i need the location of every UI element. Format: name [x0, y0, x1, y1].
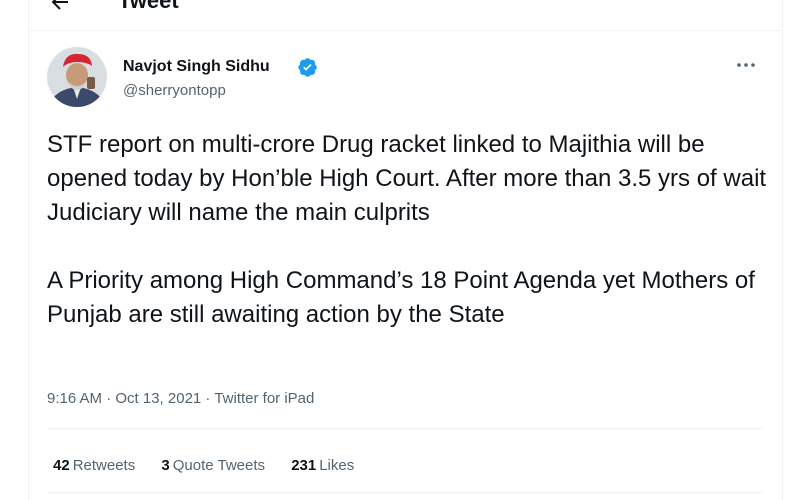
quotes-label: Quote Tweets [172, 457, 266, 474]
quotes-count: 3 [161, 457, 170, 474]
column-border-right [782, 0, 783, 500]
engagement-stats: 42 Retweets 3 Quote Tweets 231 Likes [53, 457, 376, 474]
divider [47, 492, 763, 493]
likes-count: 231 [291, 457, 317, 474]
verified-badge-icon [298, 57, 318, 77]
tweet-paragraph: A Priority among High Command’s 18 Point… [47, 267, 755, 328]
arrow-left-icon[interactable] [48, 0, 72, 14]
tweet-timestamp[interactable]: 9:16 AM · Oct 13, 2021 · Twitter for iPa… [47, 390, 314, 407]
retweets-stat[interactable]: 42 Retweets [53, 457, 135, 474]
retweets-count: 42 [53, 457, 70, 474]
tweet-text: STF report on multi-crore Drug racket li… [47, 128, 767, 332]
likes-label: Likes [319, 457, 355, 474]
divider [47, 428, 763, 429]
more-horizontal-icon[interactable] [734, 56, 758, 74]
tweet-page: Tweet Navjot Singh Sidhu @sherryontopp S… [0, 0, 800, 500]
likes-stat[interactable]: 231 Likes [291, 457, 354, 474]
retweets-label: Retweets [72, 457, 136, 474]
author-handle[interactable]: @sherryontopp [123, 82, 226, 99]
page-title: Tweet [118, 0, 179, 13]
column-border-left [28, 0, 29, 500]
tweet-paragraph: STF report on multi-crore Drug racket li… [47, 131, 767, 226]
quote-tweets-stat[interactable]: 3 Quote Tweets [161, 457, 265, 474]
author-name[interactable]: Navjot Singh Sidhu [123, 58, 270, 76]
avatar[interactable] [47, 47, 107, 107]
